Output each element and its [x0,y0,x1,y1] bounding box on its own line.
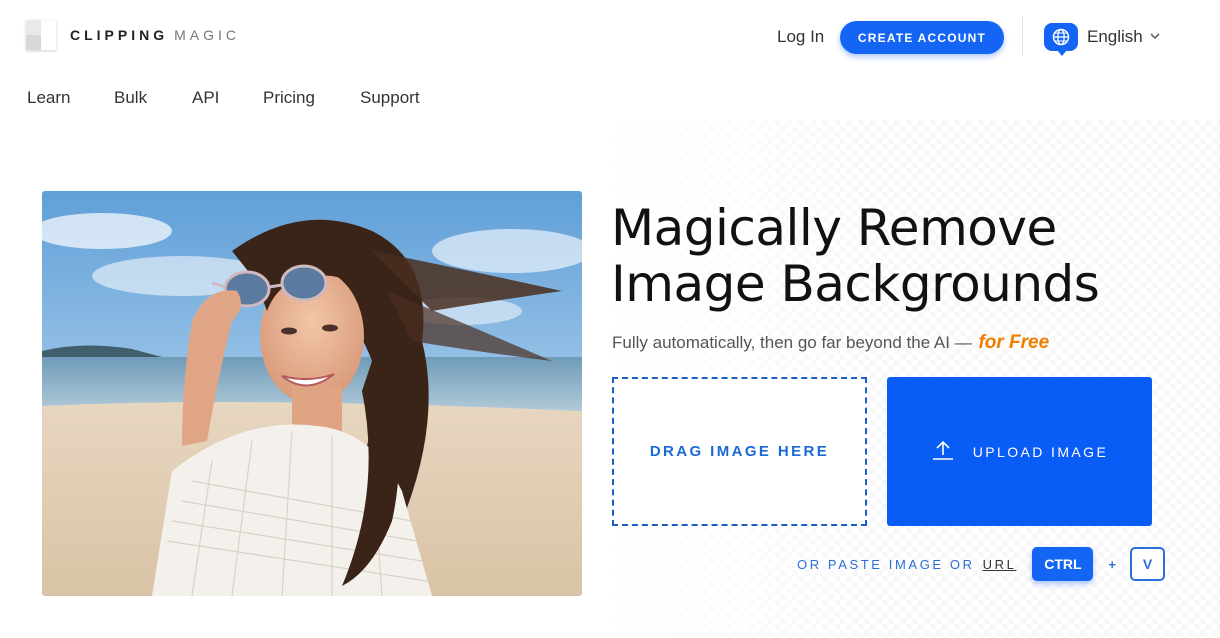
globe-icon [1044,23,1078,56]
nav-bulk[interactable]: Bulk [114,88,192,108]
headline-line-2: Image Backgrounds [611,255,1100,313]
language-label: English [1087,27,1143,46]
drag-drop-zone[interactable]: DRAG IMAGE HERE [612,377,867,526]
paste-hint: OR PASTE IMAGE OR URL CTRL + V [797,546,1165,582]
subtitle-highlight: for Free [978,332,1050,353]
upload-arrow-icon [931,439,955,464]
site-logo[interactable]: CLIPPING MAGIC [26,20,240,50]
logo-text-light: MAGIC [174,27,241,43]
nav-pricing[interactable]: Pricing [263,88,360,108]
logo-text-bold: CLIPPING [70,27,169,43]
drop-zone-label: DRAG IMAGE HERE [649,443,830,460]
hero-subtitle: Fully automatically, then go far beyond … [612,332,1049,354]
plus-sign: + [1108,556,1116,572]
logo-text: CLIPPING MAGIC [70,27,240,43]
upload-image-label: UPLOAD IMAGE [972,443,1109,460]
language-selector[interactable]: English [1044,23,1160,56]
subtitle-text: Fully automatically, then go far beyond … [612,333,972,352]
login-link[interactable]: Log In [777,27,824,47]
chevron-down-icon [1150,31,1160,43]
headline-line-1: Magically Remove [611,199,1057,257]
hero-headline: Magically Remove Image Backgrounds [611,200,1171,312]
nav-api[interactable]: API [192,88,263,108]
nav-support[interactable]: Support [360,88,420,108]
ctrl-key-badge: CTRL [1032,547,1094,581]
main-nav: Learn Bulk API Pricing Support [27,88,420,108]
header-divider [1022,16,1023,56]
nav-learn[interactable]: Learn [27,88,114,108]
paste-hint-text: OR PASTE IMAGE OR [797,556,975,572]
upload-image-button[interactable]: UPLOAD IMAGE [887,377,1152,526]
create-account-button[interactable]: CREATE ACCOUNT [840,21,1004,54]
logo-mark-icon [26,20,56,50]
paste-url-link[interactable]: URL [983,557,1017,572]
hero-photo [42,191,582,596]
v-key-badge: V [1130,547,1165,581]
